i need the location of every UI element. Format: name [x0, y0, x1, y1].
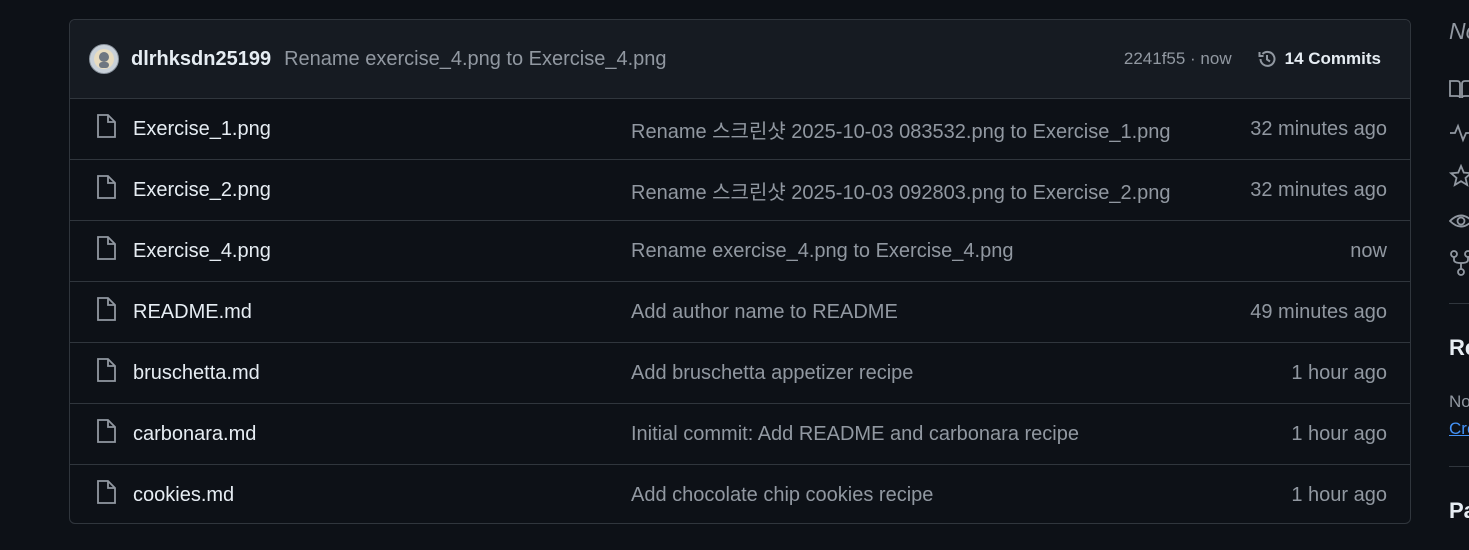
- packages-heading[interactable]: Pa: [1449, 498, 1469, 524]
- file-icon: [96, 358, 116, 388]
- file-rows: Exercise_1.png Rename 스크린샷 2025-10-03 08…: [70, 99, 1410, 523]
- latest-commit-bar: dlrhksdn25199 Rename exercise_4.png to E…: [70, 20, 1410, 99]
- file-commit-message[interactable]: Add chocolate chip cookies recipe: [631, 484, 933, 507]
- file-commit-message[interactable]: Rename 스크린샷 2025-10-03 092803.png to Exe…: [631, 176, 1171, 205]
- file-name-link[interactable]: carbonara.md: [133, 423, 256, 446]
- sidebar-divider: [1449, 466, 1469, 467]
- file-name-link[interactable]: Exercise_2.png: [133, 179, 271, 202]
- latest-commit-message[interactable]: Rename exercise_4.png to Exercise_4.png: [284, 48, 666, 71]
- file-row[interactable]: cookies.md Add chocolate chip cookies re…: [70, 465, 1410, 523]
- file-icon: [96, 297, 116, 327]
- file-name-link[interactable]: README.md: [133, 301, 252, 324]
- file-icon: [96, 419, 116, 449]
- eye-icon[interactable]: [1449, 210, 1469, 237]
- file-icon: [96, 236, 116, 266]
- file-row[interactable]: bruschetta.md Add bruschetta appetizer r…: [70, 343, 1410, 404]
- commits-count-label: 14 Commits: [1284, 49, 1381, 68]
- file-name-link[interactable]: Exercise_1.png: [133, 118, 271, 141]
- file-commit-message[interactable]: Rename exercise_4.png to Exercise_4.png: [631, 240, 1013, 263]
- file-commit-message[interactable]: Add bruschetta appetizer recipe: [631, 362, 913, 385]
- create-release-link[interactable]: Cre: [1449, 419, 1469, 439]
- file-list-box: dlrhksdn25199 Rename exercise_4.png to E…: [69, 19, 1411, 524]
- repo-page: dlrhksdn25199 Rename exercise_4.png to E…: [0, 0, 1469, 550]
- file-commit-time: 1 hour ago: [1291, 483, 1387, 506]
- commits-history-button[interactable]: 14 Commits: [1256, 48, 1381, 70]
- file-commit-time: 1 hour ago: [1291, 422, 1387, 445]
- user-avatar-icon[interactable]: [89, 44, 119, 74]
- pulse-icon[interactable]: [1449, 122, 1469, 149]
- history-icon: [1258, 50, 1276, 67]
- file-row[interactable]: carbonara.md Initial commit: Add README …: [70, 404, 1410, 465]
- file-commit-message[interactable]: Add author name to README: [631, 301, 898, 324]
- sidebar-divider: [1449, 303, 1469, 304]
- file-commit-time: 1 hour ago: [1291, 361, 1387, 384]
- file-commit-time: 32 minutes ago: [1250, 117, 1387, 140]
- file-name-link[interactable]: cookies.md: [133, 484, 234, 507]
- file-name-link[interactable]: bruschetta.md: [133, 362, 260, 385]
- file-row[interactable]: README.md Add author name to README 49 m…: [70, 282, 1410, 343]
- file-icon: [96, 114, 116, 144]
- file-icon: [96, 480, 116, 510]
- file-row[interactable]: Exercise_2.png Rename 스크린샷 2025-10-03 09…: [70, 160, 1410, 221]
- file-commit-time: now: [1350, 239, 1387, 262]
- star-icon[interactable]: [1449, 163, 1469, 193]
- book-icon[interactable]: [1449, 78, 1469, 105]
- about-description: No: [1449, 18, 1469, 44]
- commit-hash-time[interactable]: 2241f55 · now: [1124, 49, 1232, 69]
- fork-icon[interactable]: [1449, 250, 1469, 281]
- file-commit-time: 32 minutes ago: [1250, 178, 1387, 201]
- file-commit-message[interactable]: Initial commit: Add README and carbonara…: [631, 423, 1079, 446]
- releases-empty-text: No: [1449, 392, 1469, 411]
- releases-heading[interactable]: Re: [1449, 335, 1469, 361]
- file-row[interactable]: Exercise_4.png Rename exercise_4.png to …: [70, 221, 1410, 282]
- file-icon: [96, 175, 116, 205]
- file-commit-time: 49 minutes ago: [1250, 300, 1387, 323]
- file-commit-message[interactable]: Rename 스크린샷 2025-10-03 083532.png to Exe…: [631, 115, 1171, 144]
- commit-author-link[interactable]: dlrhksdn25199: [131, 48, 271, 71]
- about-sidebar: No Re No Cre Pa: [1449, 0, 1469, 550]
- file-name-link[interactable]: Exercise_4.png: [133, 240, 271, 263]
- file-row[interactable]: Exercise_1.png Rename 스크린샷 2025-10-03 08…: [70, 99, 1410, 160]
